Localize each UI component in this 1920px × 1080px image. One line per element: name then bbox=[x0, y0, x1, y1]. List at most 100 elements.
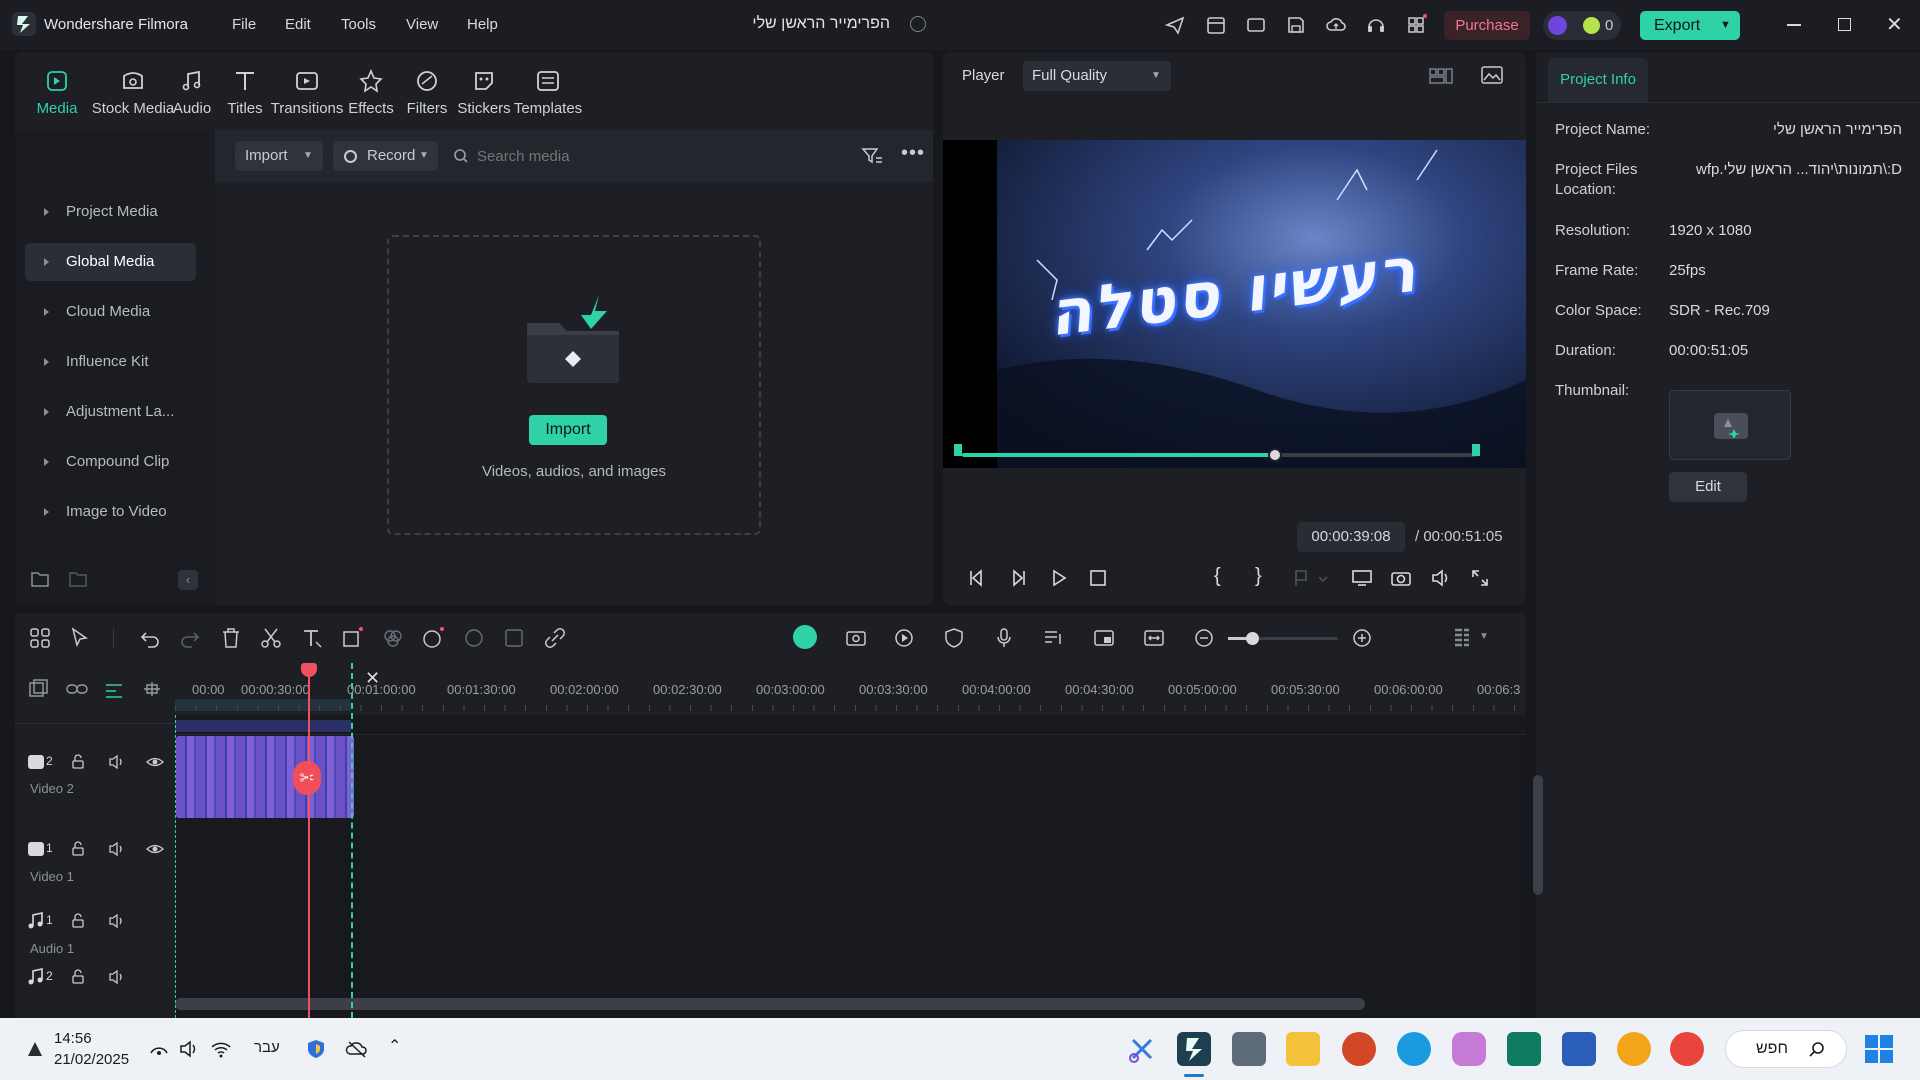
video-preview[interactable]: רעשיו סטלה bbox=[943, 140, 1526, 468]
audio-mute-icon[interactable] bbox=[108, 969, 126, 985]
quality-dropdown[interactable]: Full Quality ▼ bbox=[1023, 61, 1171, 91]
taskbar-app-weather[interactable] bbox=[1617, 1032, 1651, 1066]
clip-video-2[interactable]: ✂ bbox=[176, 736, 354, 818]
lock-icon[interactable] bbox=[70, 754, 86, 770]
mark-in-icon[interactable]: { bbox=[1214, 565, 1221, 588]
out-point-marker[interactable] bbox=[1472, 444, 1480, 456]
windows-start-icon[interactable] bbox=[1864, 1034, 1894, 1064]
purchase-button[interactable]: Purchase bbox=[1444, 11, 1530, 40]
menu-tools[interactable]: Tools bbox=[341, 16, 376, 33]
minimize-icon[interactable] bbox=[1787, 24, 1801, 26]
folder-icon[interactable] bbox=[68, 570, 88, 588]
import-drop-zone[interactable]: Import Videos, audios, and images bbox=[387, 235, 761, 535]
unlink-icon[interactable] bbox=[543, 626, 567, 650]
menu-view[interactable]: View bbox=[406, 16, 438, 33]
sidebar-item-global-media[interactable]: Global Media bbox=[25, 243, 196, 281]
wifi-icon[interactable] bbox=[210, 1038, 232, 1060]
collapse-sidebar-icon[interactable]: ‹ bbox=[178, 570, 198, 590]
display-settings-icon[interactable] bbox=[1351, 568, 1373, 588]
taskbar-app-file-explorer[interactable] bbox=[1286, 1032, 1320, 1066]
tab-project-info[interactable]: Project Info bbox=[1548, 58, 1648, 102]
play-icon[interactable] bbox=[1049, 568, 1069, 588]
lock-icon[interactable] bbox=[70, 841, 86, 857]
image-preview-icon[interactable] bbox=[1480, 65, 1504, 85]
taskbar-date[interactable]: 21/02/2025 bbox=[54, 1051, 129, 1068]
ai-mate-icon[interactable] bbox=[793, 625, 817, 649]
menu-help[interactable]: Help bbox=[467, 16, 498, 33]
language-indicator[interactable]: עבר bbox=[254, 1039, 280, 1056]
chevron-down-icon[interactable]: ▼ bbox=[1479, 631, 1489, 642]
send-icon[interactable] bbox=[1164, 14, 1186, 36]
zoom-out-icon[interactable] bbox=[1192, 626, 1216, 650]
snap-icon[interactable] bbox=[103, 679, 125, 699]
taskbar-app-chrome[interactable] bbox=[1670, 1032, 1704, 1066]
playhead[interactable] bbox=[308, 663, 310, 1018]
taskbar-search[interactable]: חפש bbox=[1725, 1030, 1847, 1068]
range-end-marker[interactable] bbox=[351, 663, 353, 1018]
undo-icon[interactable] bbox=[138, 626, 162, 650]
more-options-icon[interactable]: ••• bbox=[901, 142, 925, 165]
new-folder-icon[interactable] bbox=[30, 570, 50, 588]
layout-grid-icon[interactable] bbox=[1428, 66, 1454, 86]
audio-mute-icon[interactable] bbox=[108, 754, 126, 770]
ripple-icon[interactable] bbox=[141, 679, 163, 699]
link-icon[interactable] bbox=[65, 679, 89, 699]
stop-icon[interactable] bbox=[1088, 568, 1108, 588]
tab-templates[interactable]: Templates bbox=[503, 68, 593, 117]
fit-width-icon[interactable] bbox=[1142, 626, 1166, 650]
snapshot-camera-icon[interactable] bbox=[1390, 568, 1412, 588]
in-point-marker[interactable] bbox=[954, 444, 962, 456]
import-dropdown[interactable]: Import ▼ bbox=[235, 141, 323, 171]
lock-icon[interactable] bbox=[70, 913, 86, 929]
split-scissors-icon[interactable] bbox=[259, 626, 283, 650]
onedrive-offline-icon[interactable] bbox=[345, 1038, 369, 1060]
vertical-scrollbar[interactable] bbox=[1533, 775, 1543, 895]
zoom-in-icon[interactable] bbox=[1350, 626, 1374, 650]
ai-translate-icon[interactable] bbox=[502, 626, 526, 650]
crop-icon[interactable] bbox=[340, 626, 364, 650]
time-ruler[interactable]: 00:00 00:00:30:00 00:01:00:00 00:01:30:0… bbox=[175, 663, 1526, 715]
microphone-icon[interactable] bbox=[992, 626, 1016, 650]
save-icon[interactable] bbox=[1285, 14, 1307, 36]
chevron-down-icon[interactable]: ▼ bbox=[1720, 11, 1731, 40]
taskbar-app-filmora[interactable] bbox=[1177, 1032, 1211, 1066]
sidebar-item-compound-clip[interactable]: Compound Clip bbox=[25, 443, 196, 481]
text-tool-icon[interactable] bbox=[300, 626, 324, 650]
clip-video-3[interactable] bbox=[175, 720, 351, 732]
security-shield-icon[interactable] bbox=[305, 1038, 327, 1060]
apps-grid-icon[interactable] bbox=[1405, 14, 1427, 36]
filter-icon[interactable] bbox=[861, 146, 883, 166]
record-dropdown[interactable]: Record ▼ bbox=[333, 141, 438, 171]
sidebar-item-image-to-video[interactable]: Image to Video bbox=[25, 493, 196, 531]
monitor-icon[interactable] bbox=[1245, 14, 1267, 36]
mark-out-icon[interactable]: } bbox=[1255, 565, 1262, 588]
import-button[interactable]: Import bbox=[529, 415, 607, 445]
sidebar-item-influence-kit[interactable]: Influence Kit bbox=[25, 343, 196, 381]
scrubber-track[interactable] bbox=[954, 432, 1517, 462]
taskbar-app-edge[interactable] bbox=[1397, 1032, 1431, 1066]
delete-icon[interactable] bbox=[219, 626, 243, 650]
lock-icon[interactable] bbox=[70, 969, 86, 985]
menu-file[interactable]: File bbox=[232, 16, 256, 33]
speaker-icon[interactable] bbox=[178, 1038, 200, 1060]
add-track-icon[interactable] bbox=[28, 679, 50, 699]
taskbar-time[interactable]: 14:56 bbox=[54, 1030, 92, 1047]
track-area[interactable] bbox=[175, 715, 1543, 1018]
marker-icon[interactable] bbox=[1293, 568, 1329, 588]
sidebar-item-adjustment-layer[interactable]: Adjustment La... bbox=[25, 393, 196, 431]
shield-icon[interactable] bbox=[942, 626, 966, 650]
horizontal-scrollbar[interactable] bbox=[175, 998, 1365, 1010]
zoom-slider[interactable] bbox=[1228, 632, 1338, 645]
taskbar-app-powerpoint[interactable] bbox=[1342, 1032, 1376, 1066]
taskbar-app-copilot[interactable] bbox=[1452, 1032, 1486, 1066]
calendar-icon[interactable] bbox=[1205, 14, 1227, 36]
export-button[interactable]: Export ▼ bbox=[1640, 11, 1740, 40]
sidebar-item-project-media[interactable]: Project Media bbox=[25, 193, 196, 231]
network-status-icon[interactable] bbox=[148, 1038, 170, 1060]
close-range-icon[interactable]: ✕ bbox=[365, 668, 380, 689]
redo-icon[interactable] bbox=[178, 626, 202, 650]
audio-mute-icon[interactable] bbox=[108, 841, 126, 857]
headset-icon[interactable] bbox=[1365, 14, 1387, 36]
select-pointer-icon[interactable] bbox=[68, 626, 92, 650]
ai-tool-icon[interactable] bbox=[421, 626, 445, 650]
